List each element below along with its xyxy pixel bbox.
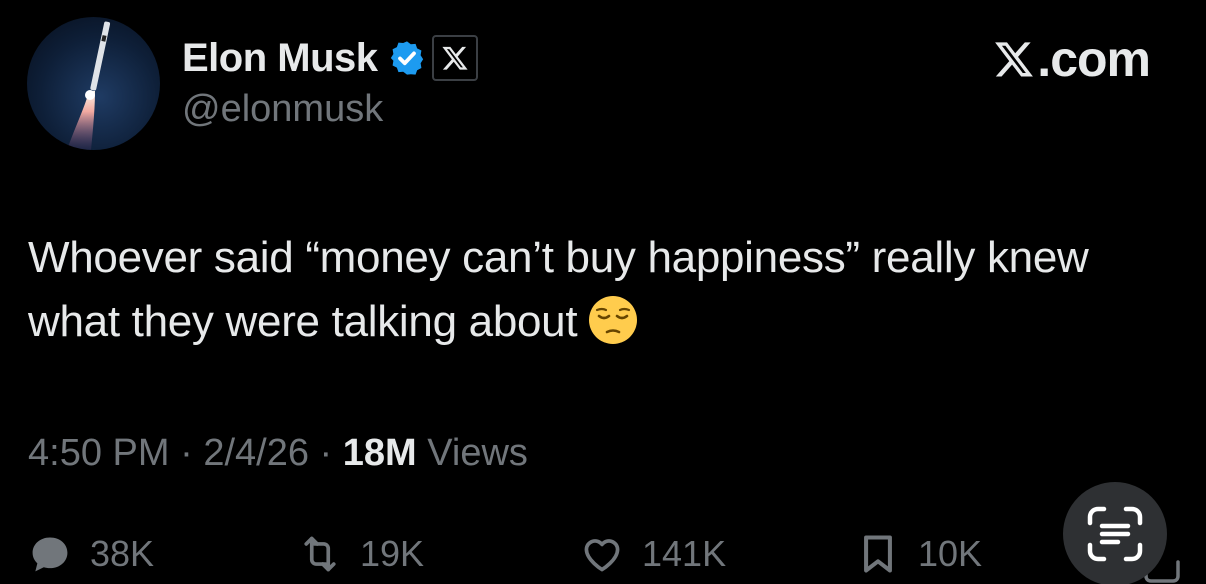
author-name-row: Elon Musk [182,30,478,86]
repost-icon [304,536,336,572]
tweet-body: Whoever said “money can’t buy happiness”… [28,226,1178,354]
avatar[interactable] [27,17,160,150]
brand-label: .com [1037,31,1151,87]
tweet-meta: 4:50 PM · 2/4/26 · 18M Views [28,432,528,475]
like-count: 141K [642,533,727,574]
pensive-face-emoji [587,294,639,346]
bookmark-button[interactable]: 10K [856,528,982,580]
tweet-date[interactable]: 2/4/26 [203,432,309,474]
reply-icon [32,537,68,572]
meta-separator: · [319,432,333,474]
repost-button[interactable]: 19K [298,528,424,580]
x-logo-icon[interactable] [431,35,478,81]
rocket-launch-avatar [67,21,111,150]
heart-icon [584,539,620,572]
repost-count: 19K [360,533,425,574]
like-button[interactable]: 141K [580,528,726,580]
brand-watermark: .com [993,30,1151,88]
text-scan-icon [1087,506,1143,562]
author-display-name[interactable]: Elon Musk [182,36,378,81]
views-label[interactable]: Views [427,432,528,474]
reply-count: 38K [90,533,155,574]
action-bar: 38K 19K 141K 10K [28,528,1206,580]
tweet-time[interactable]: 4:50 PM [28,432,170,474]
bookmark-icon [864,535,892,573]
tweet-text: Whoever said “money can’t buy happiness”… [28,233,1089,346]
views-count[interactable]: 18M [343,432,417,474]
author-handle[interactable]: @elonmusk [182,88,383,131]
live-text-scan-button[interactable] [1063,482,1167,584]
meta-separator: · [180,432,193,474]
reply-button[interactable]: 38K [28,528,154,580]
verified-badge-icon[interactable] [388,39,426,77]
x-logo-icon [995,42,1034,77]
bookmark-count: 10K [918,533,983,574]
